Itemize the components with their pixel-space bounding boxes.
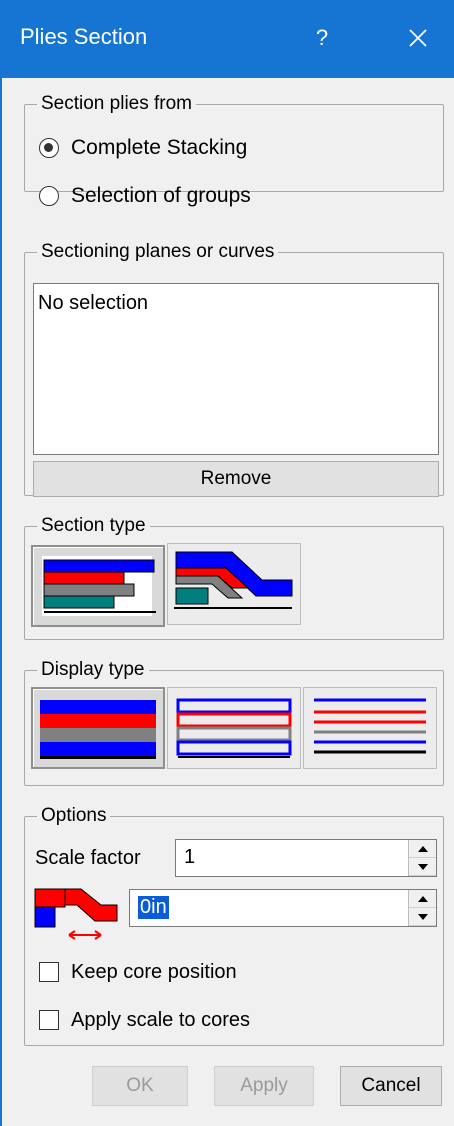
keep-core-checkbox[interactable] [39, 962, 59, 982]
apply-scale-checkbox[interactable] [39, 1010, 59, 1030]
display-filled-icon [40, 700, 156, 759]
section-type-legend: Section type [37, 513, 150, 539]
title-bar: Plies Section ? [0, 0, 454, 78]
arrow-up-icon[interactable] [409, 890, 436, 908]
scale-spin-arrows[interactable] [408, 840, 436, 876]
keep-core-label: Keep core position [71, 960, 237, 983]
apply-scale-label: Apply scale to cores [71, 1008, 250, 1031]
cancel-button[interactable]: Cancel [340, 1066, 442, 1106]
window-title: Plies Section [20, 24, 148, 49]
apply-scale-checkbox-row[interactable]: Apply scale to cores [39, 1005, 250, 1035]
remove-button[interactable]: Remove [33, 461, 439, 497]
display-filled-button[interactable] [31, 687, 165, 769]
section-from-legend: Section plies from [37, 91, 197, 117]
ok-button[interactable]: OK [92, 1066, 188, 1106]
display-outline-button[interactable] [167, 687, 301, 769]
help-button[interactable]: ? [300, 18, 344, 58]
radio-complete-stacking[interactable]: Complete Stacking [39, 133, 247, 163]
section-type-flat-button[interactable] [31, 545, 165, 627]
section-flat-icon [42, 556, 156, 616]
display-type-legend: Display type [37, 657, 149, 683]
planes-legend: Sectioning planes or curves [37, 239, 279, 265]
display-lines-button[interactable] [303, 687, 437, 769]
planes-group: Sectioning planes or curves No selection… [24, 239, 444, 497]
section-type-group: Section type [24, 513, 444, 640]
apply-button[interactable]: Apply [214, 1066, 314, 1106]
offset-stepper[interactable]: 0in [129, 889, 437, 927]
close-button[interactable] [396, 18, 440, 58]
arrow-down-icon[interactable] [409, 908, 436, 926]
scale-factor-value[interactable]: 1 [184, 846, 195, 869]
radio-button-checked[interactable] [39, 138, 59, 158]
section-from-group: Section plies from Complete Stacking Sel… [24, 91, 444, 207]
close-icon [409, 29, 427, 47]
radio-selection-groups[interactable]: Selection of groups [39, 181, 251, 211]
options-legend: Options [37, 803, 111, 829]
window-border [0, 78, 2, 1126]
section-type-ramp-button[interactable] [167, 543, 301, 625]
offset-icon [34, 888, 118, 940]
section-ramp-icon [174, 551, 293, 609]
offset-spin-arrows[interactable] [408, 890, 436, 926]
list-item: No selection [38, 292, 149, 314]
radio-label: Selection of groups [71, 184, 251, 207]
planes-listbox[interactable]: No selection [33, 283, 439, 455]
options-group: Options Scale factor 1 0in Keep core pos… [24, 803, 444, 1046]
radio-button[interactable] [39, 186, 59, 206]
scale-factor-label: Scale factor [35, 847, 141, 869]
arrow-down-icon[interactable] [409, 858, 436, 876]
display-lines-icon [314, 698, 426, 754]
display-outline-icon [176, 698, 292, 758]
scale-factor-stepper[interactable]: 1 [175, 839, 437, 877]
offset-value[interactable]: 0in [138, 896, 169, 919]
display-type-group: Display type [24, 657, 444, 786]
keep-core-checkbox-row[interactable]: Keep core position [39, 957, 237, 987]
arrow-up-icon[interactable] [409, 840, 436, 858]
radio-label: Complete Stacking [71, 136, 248, 159]
